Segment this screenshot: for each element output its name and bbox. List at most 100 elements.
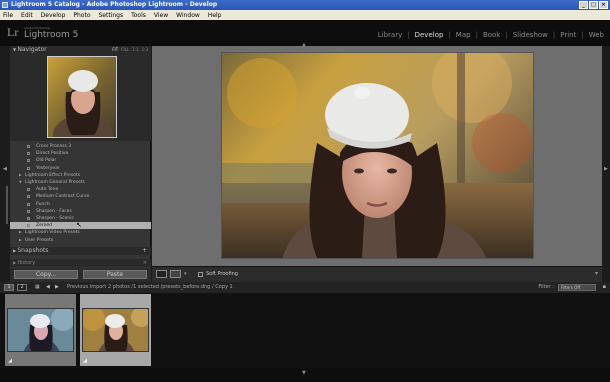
preset-icon (27, 145, 30, 148)
expand-right-panel-icon[interactable]: ▶ (604, 166, 608, 172)
preset-item[interactable]: Direct Positive (10, 150, 151, 157)
before-after-dropdown-icon[interactable]: ▾ (184, 271, 187, 277)
preset-icon (27, 188, 30, 192)
loupe-view-button[interactable] (156, 270, 167, 278)
preset-item[interactable]: ▶ Lightroom Effect Presets (10, 172, 151, 179)
folder-expand-icon[interactable]: ▶ (19, 172, 22, 179)
folder-expand-icon[interactable]: ▶ (19, 237, 22, 244)
folder-expand-icon[interactable]: ▶ (19, 229, 22, 236)
minimize-button[interactable]: _ (579, 1, 588, 9)
collapse-filmstrip-icon[interactable]: ▼ (302, 370, 306, 376)
toolbar-menu-icon[interactable]: ▾ (595, 270, 598, 277)
right-panel-toggle-strip[interactable]: ▶ (602, 46, 610, 282)
preset-label: User Presets (25, 237, 54, 243)
preset-item[interactable]: Punch (10, 201, 151, 208)
thumbnail-2[interactable] (82, 308, 149, 352)
menu-edit[interactable]: Edit (21, 12, 33, 19)
badge-icon: ◢ (83, 358, 87, 364)
maximize-button[interactable]: □ (589, 1, 598, 9)
filter-label: Filter : (538, 284, 554, 290)
before-after-button[interactable] (170, 270, 181, 278)
preset-item[interactable]: Cross Process 3 (10, 143, 151, 150)
zoom-1-1[interactable]: 1:1 (132, 46, 138, 54)
collapse-left-panel-icon[interactable]: ◀ (3, 166, 7, 172)
grid-view-icon[interactable]: ▦ (35, 282, 40, 293)
menu-view[interactable]: View (154, 12, 168, 19)
module-slideshow[interactable]: Slideshow (513, 31, 548, 39)
previous-icon[interactable]: ◀ (46, 282, 50, 293)
thumbnail-image (83, 309, 148, 351)
menu-file[interactable]: File (3, 12, 13, 19)
module-develop[interactable]: Develop (415, 31, 444, 39)
module-map[interactable]: Map (456, 31, 471, 39)
preset-item[interactable]: Medium Contrast Curve (10, 193, 151, 200)
main-photo[interactable] (221, 52, 534, 259)
clear-history-icon[interactable]: × (143, 259, 147, 267)
preset-label: Punch (36, 201, 50, 207)
portrait-photo (222, 53, 533, 258)
preset-label: Cross Process 3 (36, 144, 72, 149)
thumbnail-1[interactable] (7, 308, 74, 352)
history-header[interactable]: ▶ History × (10, 259, 151, 267)
preset-item[interactable]: Old Polar (10, 157, 151, 164)
image-viewer (152, 46, 602, 266)
identity-plate: Lr Adobe Photoshop Lightroom 5 ▲ Library… (0, 20, 610, 48)
zoom-fill[interactable]: FILL (121, 46, 129, 54)
preset-item[interactable]: Sharpen - Faces (10, 208, 151, 215)
copy-paste-bar: Copy... Paste (10, 268, 151, 282)
menu-develop[interactable]: Develop (41, 12, 66, 19)
soft-proofing-control[interactable]: Soft Proofing (198, 270, 238, 278)
preset-item[interactable]: Auto Tone (10, 186, 151, 193)
module-print[interactable]: Print (560, 31, 576, 39)
add-snapshot-icon[interactable]: + (142, 247, 147, 255)
filmstrip-cell[interactable]: ◢ (5, 294, 76, 366)
preset-item[interactable]: ▶ Lightroom Video Presets (10, 229, 151, 236)
module-picker: Library | Develop | Map | Book | Slideshow | … (377, 31, 604, 39)
soft-proofing-label: Soft Proofing (206, 271, 238, 277)
selection-info[interactable]: 2 photos /1 selected /presets_before.dng… (108, 282, 233, 293)
zoom-fit[interactable]: FIT (112, 46, 118, 54)
close-button[interactable]: × (599, 1, 608, 9)
navigator-header[interactable]: ▼ Navigator FIT FILL 1:1 1:3 (10, 46, 151, 54)
brand-name: Lightroom 5 (24, 30, 79, 40)
next-icon[interactable]: ▶ (55, 282, 59, 293)
menu-window[interactable]: Window (176, 12, 200, 19)
preset-item[interactable]: ▼ Lightroom General Presets (10, 179, 151, 186)
preset-label: Old Polar (36, 158, 57, 164)
menu-photo[interactable]: Photo (73, 12, 90, 19)
bottom-panel-strip: ▼ (0, 368, 610, 382)
screen-2-button[interactable]: 2 (17, 284, 27, 291)
lightroom-logo: Lr (7, 25, 19, 39)
navigator-preview[interactable] (47, 56, 117, 138)
zoom-1-3[interactable]: 1:3 (142, 46, 148, 54)
filmstrip-cell-selected[interactable]: ◢ (80, 294, 151, 366)
lightroom-app-icon (2, 2, 8, 8)
preset-item[interactable]: Yesteryear (10, 165, 151, 172)
folder-collapse-icon[interactable]: ▼ (19, 179, 22, 186)
module-web[interactable]: Web (589, 31, 604, 39)
module-book[interactable]: Book (483, 31, 500, 39)
snapshots-header[interactable]: ▶ Snapshots + (10, 247, 151, 255)
window-title: Lightroom 5 Catalog - Adobe Photoshop Li… (11, 1, 218, 8)
preset-label: Sharpen - Faces (36, 208, 72, 214)
source-label[interactable]: Previous Import (67, 282, 106, 293)
preset-label: Auto Tone (36, 187, 59, 193)
title-bar: Lightroom 5 Catalog - Adobe Photoshop Li… (0, 0, 610, 10)
soft-proofing-checkbox[interactable] (198, 271, 203, 277)
filter-lock-icon[interactable]: ▪ (603, 282, 606, 293)
panel-scrollbar[interactable] (6, 186, 8, 224)
filter-select[interactable]: Filters Off (558, 284, 596, 291)
preset-icon (27, 202, 30, 206)
module-library[interactable]: Library (378, 31, 402, 39)
preset-label: Lightroom Video Presets (25, 230, 80, 236)
copy-button[interactable]: Copy... (14, 270, 78, 279)
paste-button[interactable]: Paste (83, 270, 147, 279)
left-panel-toggle-strip[interactable]: ◀ (0, 46, 10, 282)
preset-item[interactable]: ▶ User Presets (10, 237, 151, 244)
screen-1-button[interactable]: 1 (4, 284, 14, 291)
navigator-preview-area (10, 54, 151, 141)
menu-help[interactable]: Help (208, 12, 222, 19)
menu-settings[interactable]: Settings (99, 12, 124, 19)
menu-tools[interactable]: Tools (131, 12, 146, 19)
menu-bar: File Edit Develop Photo Settings Tools V… (0, 10, 610, 20)
